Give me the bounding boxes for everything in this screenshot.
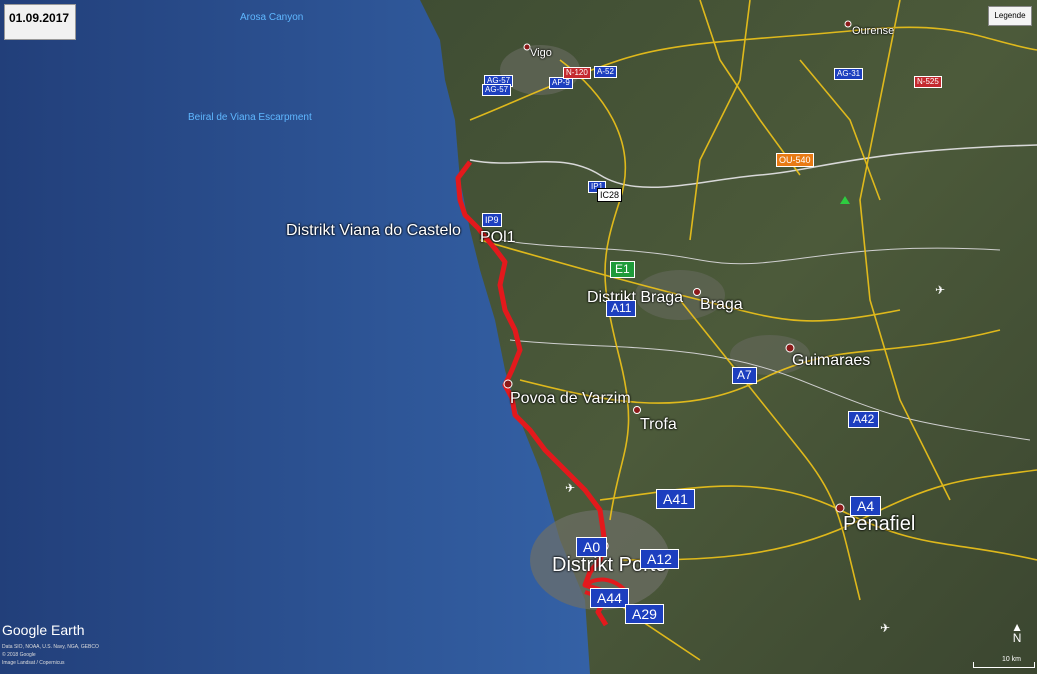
credit-line: © 2018 Google [2,652,36,658]
shield-n525: N-525 [914,76,942,88]
shield-a44: A44 [590,588,629,608]
scale-label: 10 km [1001,656,1021,663]
shield-e1: E1 [610,261,635,278]
shield-ag57b: AG-57 [482,84,512,96]
shield-ip9: IP9 [482,213,502,227]
date-label: 01.09.2017 [4,4,76,40]
place-label-penafiel: Penafiel [843,513,916,535]
shield-a0: A0 [576,537,608,557]
ocean-label-viana-escarpment: Beiral de Viana Escarpment [188,112,312,123]
shield-a41: A41 [656,489,695,509]
shield-ag31: AG-31 [834,68,864,80]
shield-ic28: IC28 [597,188,623,202]
scale-bar: 10 km [973,656,1035,668]
shield-a42: A42 [848,411,880,428]
north-arrow-icon[interactable]: ▲ N [1011,621,1023,645]
shield-a4: A4 [850,496,882,516]
place-label-vigo: Vigo [530,47,552,59]
shield-a11: A11 [606,300,637,317]
shield-pol1: POl1 [480,229,516,246]
google-earth-logo: Google Earth [2,622,85,638]
svg-text:✈: ✈ [880,621,890,635]
legend-button[interactable]: Legende [988,6,1032,26]
credit-line: Data SIO, NOAA, U.S. Navy, NGA, GEBCO [2,644,99,650]
place-label-trofa: Trofa [640,416,677,433]
place-label-viana-district: Distrikt Viana do Castelo [286,222,461,239]
shield-a12: A12 [640,549,679,569]
shield-a7: A7 [732,367,757,384]
satellite-map[interactable]: ✈ ✈ ✈ [0,0,1037,674]
credit-line: Image Landsat / Copernicus [2,660,65,666]
place-label-ourense: Ourense [852,25,895,37]
svg-text:✈: ✈ [565,481,575,495]
shield-a29: A29 [625,604,664,624]
shield-n120: N-120 [563,67,591,79]
place-label-povoa: Povoa de Varzim [510,390,631,407]
shield-ou540: OU-540 [776,153,814,167]
place-label-braga: Braga [700,296,743,313]
ocean-label-arosa: Arosa Canyon [240,12,304,23]
north-label: N [1012,631,1022,645]
place-label-guimaraes: Guimaraes [792,352,871,369]
map-credits: Data SIO, NOAA, U.S. Navy, NGA, GEBCO © … [2,643,99,667]
svg-text:✈: ✈ [935,283,945,297]
shield-a52: A-52 [594,66,617,78]
